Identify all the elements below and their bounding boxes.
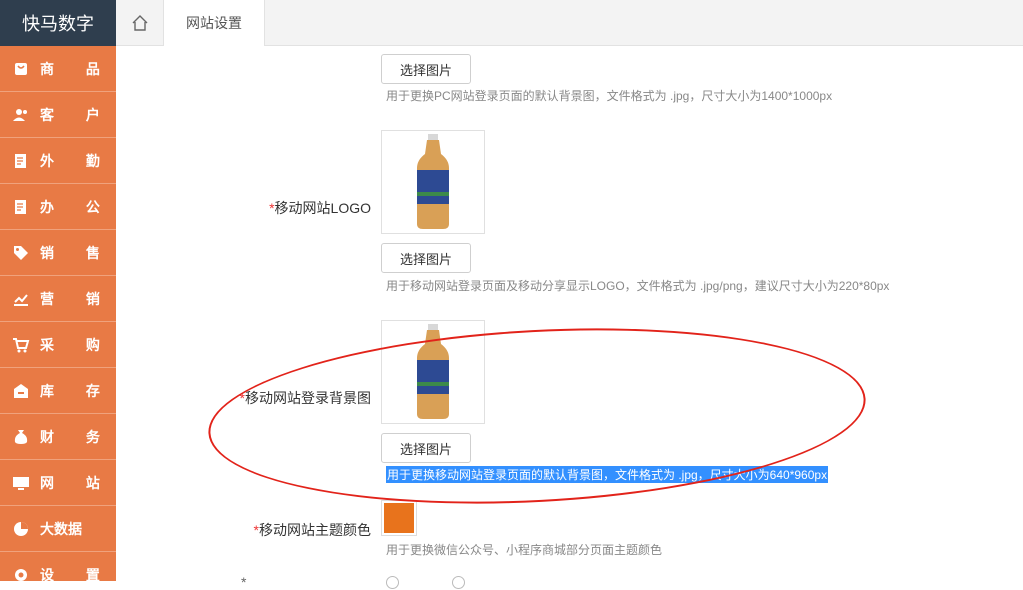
sidebar-item-label: 设 置: [40, 565, 114, 582]
home-icon: [131, 14, 149, 32]
cut-off-label: *: [241, 574, 246, 590]
document-icon: [12, 198, 30, 216]
sidebar-item-8[interactable]: 财 务: [0, 414, 116, 460]
brand-logo[interactable]: 快马数字: [0, 0, 116, 46]
sidebar-item-9[interactable]: 网 站: [0, 460, 116, 506]
sidebar-item-0[interactable]: 商 品: [0, 46, 116, 92]
sidebar-item-11[interactable]: 设 置: [0, 552, 116, 581]
chart-icon: [12, 290, 30, 308]
sidebar-item-6[interactable]: 采 购: [0, 322, 116, 368]
bottle-image: [413, 324, 453, 420]
radio-option-1[interactable]: [386, 576, 399, 589]
mobile-bg-label: *移动网站登录背景图: [240, 388, 371, 408]
cart-icon: [12, 336, 30, 354]
sidebar-item-4[interactable]: 销 售: [0, 230, 116, 276]
sidebar-item-label: 销 售: [40, 243, 114, 263]
mobile-logo-preview[interactable]: [381, 130, 485, 234]
pc-bg-hint: 用于更换PC网站登录页面的默认背景图，文件格式为 .jpg，尺寸大小为1400*…: [386, 87, 832, 104]
sidebar-item-label: 外 勤: [40, 151, 114, 171]
sidebar-item-2[interactable]: 外 勤: [0, 138, 116, 184]
color-swatch: [384, 503, 414, 533]
checklist-icon: [12, 152, 30, 170]
sidebar-item-label: 营 销: [40, 289, 114, 309]
mobile-logo-hint: 用于移动网站登录页面及移动分享显示LOGO，文件格式为 .jpg/png，建议尺…: [386, 277, 889, 294]
sidebar-item-1[interactable]: 客 户: [0, 92, 116, 138]
highlight-circle: [204, 313, 870, 519]
theme-color-label: *移动网站主题颜色: [254, 520, 371, 540]
mobile-bg-select-button[interactable]: 选择图片: [381, 433, 471, 463]
sidebar-item-label: 网 站: [40, 473, 114, 493]
money-bag-icon: [12, 428, 30, 446]
top-tab-bar: 网站设置: [116, 0, 1023, 46]
monitor-icon: [12, 474, 30, 492]
users-icon: [12, 106, 30, 124]
gear-icon: [12, 566, 30, 582]
sidebar-item-label: 采 购: [40, 335, 114, 355]
settings-form: 选择图片 用于更换PC网站登录页面的默认背景图，文件格式为 .jpg，尺寸大小为…: [116, 46, 1023, 581]
theme-color-hint: 用于更换微信公众号、小程序商城部分页面主题颜色: [386, 541, 662, 558]
bottle-image: [413, 134, 453, 230]
sidebar-item-3[interactable]: 办 公: [0, 184, 116, 230]
sidebar-item-label: 办 公: [40, 197, 114, 217]
mobile-bg-hint: 用于更换移动网站登录页面的默认背景图，文件格式为 .jpg，尺寸大小为640*9…: [386, 466, 828, 483]
bag-icon: [12, 60, 30, 78]
mobile-logo-label: *移动网站LOGO: [269, 198, 371, 218]
sidebar-item-label: 大数据: [40, 519, 82, 539]
sidebar: 快马数字 商 品客 户外 勤办 公销 售营 销采 购库 存财 务网 站大数据设 …: [0, 0, 116, 581]
sidebar-item-label: 财 务: [40, 427, 114, 447]
radio-option-2[interactable]: [452, 576, 465, 589]
warehouse-icon: [12, 382, 30, 400]
sidebar-item-label: 商 品: [40, 59, 114, 79]
sidebar-item-label: 客 户: [40, 105, 114, 125]
pc-bg-select-button[interactable]: 选择图片: [381, 54, 471, 84]
sidebar-item-label: 库 存: [40, 381, 114, 401]
theme-color-picker[interactable]: [381, 500, 417, 536]
home-button[interactable]: [116, 0, 164, 46]
sidebar-item-10[interactable]: 大数据: [0, 506, 116, 552]
mobile-bg-preview[interactable]: [381, 320, 485, 424]
pie-icon: [12, 520, 30, 538]
tag-icon: [12, 244, 30, 262]
sidebar-item-7[interactable]: 库 存: [0, 368, 116, 414]
sidebar-item-5[interactable]: 营 销: [0, 276, 116, 322]
tab-website-settings[interactable]: 网站设置: [164, 0, 265, 46]
mobile-logo-select-button[interactable]: 选择图片: [381, 243, 471, 273]
